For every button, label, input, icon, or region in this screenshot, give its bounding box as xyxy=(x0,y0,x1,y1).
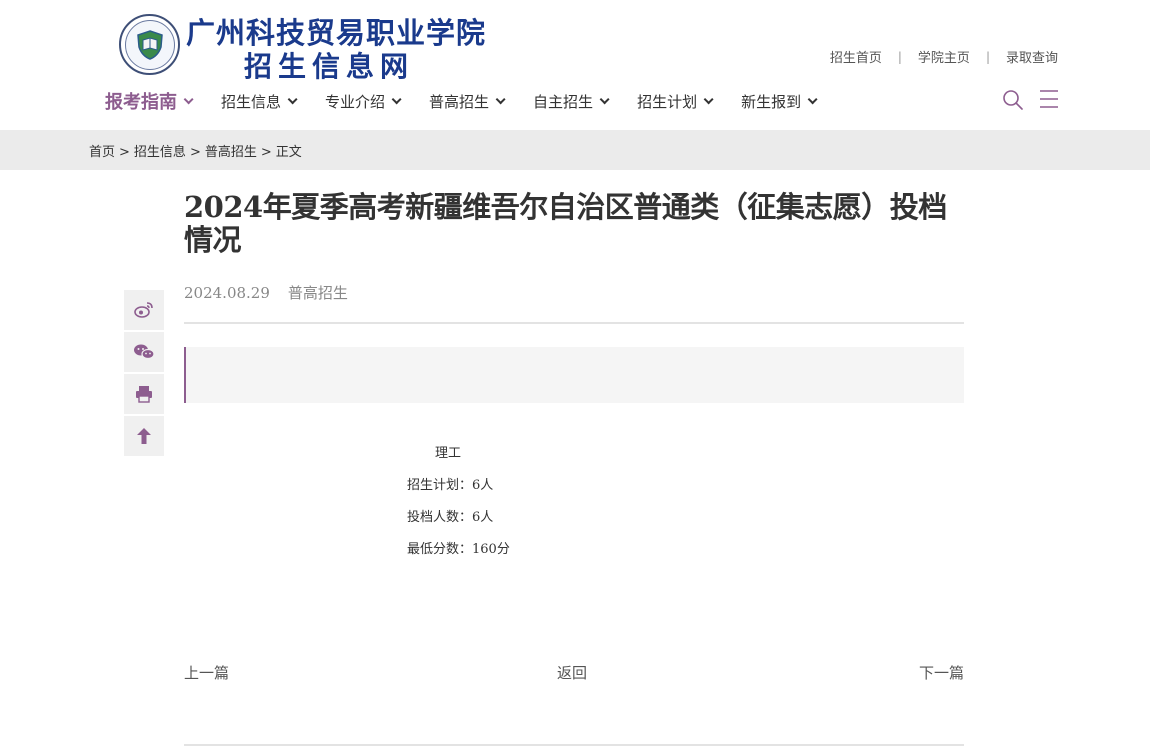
nav-item-guide[interactable]: 报考指南 xyxy=(105,88,194,114)
share-rail xyxy=(124,290,164,458)
chevron-down-icon xyxy=(391,93,402,104)
article-category[interactable]: 普高招生 xyxy=(288,284,348,302)
nav-item-majors[interactable]: 专业介绍 xyxy=(325,91,402,112)
nav-item-plan[interactable]: 招生计划 xyxy=(637,91,714,112)
article-meta: 2024.08.29 普高招生 xyxy=(184,282,348,303)
wechat-icon[interactable] xyxy=(124,332,164,372)
article-pager: 上一篇 返回 下一篇 xyxy=(184,662,964,686)
chevron-down-icon xyxy=(807,93,818,104)
site-name: 招生信息网 xyxy=(244,50,415,83)
breadcrumb-bar: 首页 > 招生信息 > 普高招生 > 正文 xyxy=(0,130,1150,170)
content-line: 理工 xyxy=(435,446,462,461)
breadcrumb-separator: > xyxy=(189,145,201,160)
nav-item-label: 报考指南 xyxy=(105,92,177,113)
chevron-down-icon xyxy=(703,93,714,104)
nav-item-label: 自主招生 xyxy=(533,92,594,111)
nav-item-general-admission[interactable]: 普高招生 xyxy=(429,91,506,112)
breadcrumb-separator: > xyxy=(119,145,130,160)
top-link-admission-query[interactable]: 录取查询 xyxy=(1006,47,1058,66)
chevron-down-icon xyxy=(495,93,506,104)
top-link-college-home[interactable]: 学院主页 xyxy=(918,47,970,66)
title-divider xyxy=(184,322,964,324)
nav-item-label: 招生信息 xyxy=(221,92,282,111)
shield-book-icon xyxy=(136,29,163,60)
article-title: 2024年夏季高考新疆维吾尔自治区普通类（征集志愿）投档情况 xyxy=(184,190,947,257)
breadcrumb-separator: > xyxy=(260,145,272,160)
chevron-down-icon xyxy=(599,93,610,104)
print-icon[interactable] xyxy=(124,374,164,414)
nav-item-label: 普高招生 xyxy=(429,92,490,111)
chevron-down-icon xyxy=(287,93,298,104)
nav-item-registration[interactable]: 新生报到 xyxy=(741,91,818,112)
prev-article-link[interactable]: 上一篇 xyxy=(184,662,229,683)
content-line: 投档人数：6人 xyxy=(407,510,494,525)
article-date: 2024.08.29 xyxy=(184,284,270,302)
top-link-separator: | xyxy=(897,49,902,64)
article-content: 理工 招生计划：6人 投档人数：6人 最低分数：160分 xyxy=(407,444,510,572)
breadcrumb-admission-info[interactable]: 招生信息 xyxy=(134,145,186,160)
content-line: 招生计划：6人 xyxy=(407,478,494,493)
menu-icon[interactable] xyxy=(1039,89,1059,109)
search-icon[interactable] xyxy=(1002,89,1024,111)
breadcrumb-general-admission[interactable]: 普高招生 xyxy=(205,145,257,160)
top-link-separator: | xyxy=(985,49,990,64)
nav-item-label: 新生报到 xyxy=(741,92,802,111)
logo-ring xyxy=(124,19,175,70)
breadcrumb: 首页 > 招生信息 > 普高招生 > 正文 xyxy=(89,141,302,160)
footer-divider xyxy=(184,744,964,746)
nav-item-label: 专业介绍 xyxy=(325,92,386,111)
main-nav: 报考指南 招生信息 专业介绍 普高招生 自主招生 招生计划 新生报到 xyxy=(105,88,845,114)
weibo-icon[interactable] xyxy=(124,290,164,330)
school-logo-emblem[interactable] xyxy=(119,14,180,75)
content-line: 最低分数：160分 xyxy=(407,542,510,557)
nav-item-info[interactable]: 招生信息 xyxy=(221,91,298,112)
nav-item-label: 招生计划 xyxy=(637,92,698,111)
top-links: 招生首页 | 学院主页 | 录取查询 xyxy=(830,47,1058,67)
next-article-link[interactable]: 下一篇 xyxy=(919,662,964,683)
breadcrumb-home[interactable]: 首页 xyxy=(89,145,115,160)
article-summary-box xyxy=(184,347,964,403)
arrow-up-icon[interactable] xyxy=(124,416,164,456)
chevron-down-icon xyxy=(183,93,194,104)
top-link-admission-home[interactable]: 招生首页 xyxy=(830,47,882,66)
nav-item-independent-admission[interactable]: 自主招生 xyxy=(533,91,610,112)
breadcrumb-current: 正文 xyxy=(275,145,302,160)
back-link[interactable]: 返回 xyxy=(557,662,587,683)
